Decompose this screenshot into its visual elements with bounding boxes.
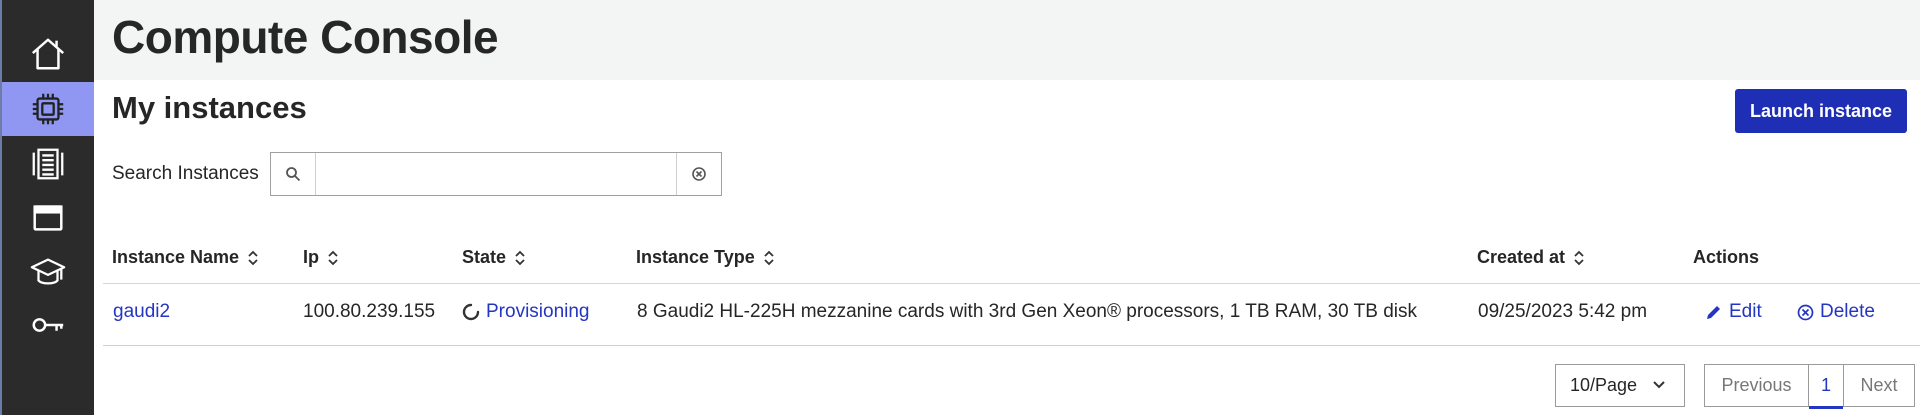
row-divider: [103, 345, 1920, 346]
instance-ip: 100.80.239.155: [303, 301, 436, 322]
instance-state: Provisioning: [462, 301, 590, 323]
key-icon: [32, 318, 64, 332]
sidebar-item-storage[interactable]: [2, 137, 94, 191]
pencil-icon: [1707, 306, 1720, 319]
state-label: Provisioning: [486, 301, 590, 322]
previous-page-button[interactable]: Previous: [1705, 365, 1809, 406]
launch-instance-button[interactable]: Launch instance: [1735, 89, 1907, 133]
app-title: Compute Console: [112, 11, 499, 63]
sidebar-item-compute[interactable]: [2, 82, 94, 136]
column-header-label: Created at: [1477, 247, 1566, 267]
column-header-instance-type[interactable]: Instance Type: [636, 247, 775, 268]
page-title: My instances: [112, 90, 307, 125]
instance-type: 8 Gaudi2 HL-225H mezzanine cards with 3r…: [637, 301, 1417, 322]
next-page-button[interactable]: Next: [1844, 365, 1914, 406]
column-header-ip[interactable]: Ip: [303, 247, 339, 268]
graduation-cap-icon: [30, 258, 66, 285]
clear-search-icon[interactable]: [676, 153, 721, 195]
delete-label: Delete: [1820, 301, 1875, 322]
spinner-icon: [462, 303, 480, 321]
column-header-created-at[interactable]: Created at: [1477, 247, 1585, 268]
sort-icon: [515, 250, 525, 265]
sidebar: [0, 0, 94, 415]
storage-rack-icon: [32, 148, 64, 180]
search-input[interactable]: [317, 153, 675, 195]
sidebar-item-home[interactable]: [2, 27, 94, 81]
page-size-select[interactable]: 10/Page: [1555, 364, 1685, 407]
window-icon: [33, 205, 63, 231]
sort-icon: [328, 250, 338, 265]
current-page-button[interactable]: 1: [1809, 365, 1844, 409]
instance-created-at: 09/25/2023 5:42 pm: [1478, 301, 1648, 322]
close-circle-icon: [1797, 304, 1814, 320]
column-header-label: Actions: [1693, 247, 1760, 267]
column-header-label: State: [462, 247, 507, 267]
cpu-chip-icon: [32, 93, 64, 125]
sidebar-item-keys[interactable]: [2, 298, 94, 352]
top-header: Compute Console: [94, 0, 1920, 80]
home-icon: [31, 38, 65, 70]
search-box: [270, 152, 722, 196]
column-header-instance-name[interactable]: Instance Name: [112, 247, 259, 268]
sidebar-item-window[interactable]: [2, 191, 94, 245]
edit-label: Edit: [1729, 301, 1762, 322]
header-divider: [103, 283, 1920, 284]
page-size-value: 10/Page: [1570, 375, 1638, 395]
column-header-label: Instance Name: [112, 247, 240, 267]
column-header-label: Ip: [303, 247, 319, 267]
instance-name-link[interactable]: gaudi2: [113, 301, 170, 323]
column-header-label: Instance Type: [636, 247, 755, 267]
sort-icon: [764, 250, 774, 265]
edit-button[interactable]: Edit: [1705, 301, 1762, 323]
sidebar-item-learning[interactable]: [2, 245, 94, 299]
column-header-state[interactable]: State: [462, 247, 526, 268]
search-label: Search Instances: [112, 163, 259, 184]
sort-icon: [248, 250, 258, 265]
chevron-down-icon: [1653, 381, 1665, 389]
search-icon: [271, 153, 316, 195]
pagination: Previous 1 Next: [1704, 364, 1915, 409]
compute-console-app: Compute Console My instances Launch inst…: [0, 0, 1920, 415]
sort-icon: [1574, 250, 1584, 265]
column-header-actions: Actions: [1693, 247, 1759, 268]
delete-button[interactable]: Delete: [1797, 301, 1875, 323]
